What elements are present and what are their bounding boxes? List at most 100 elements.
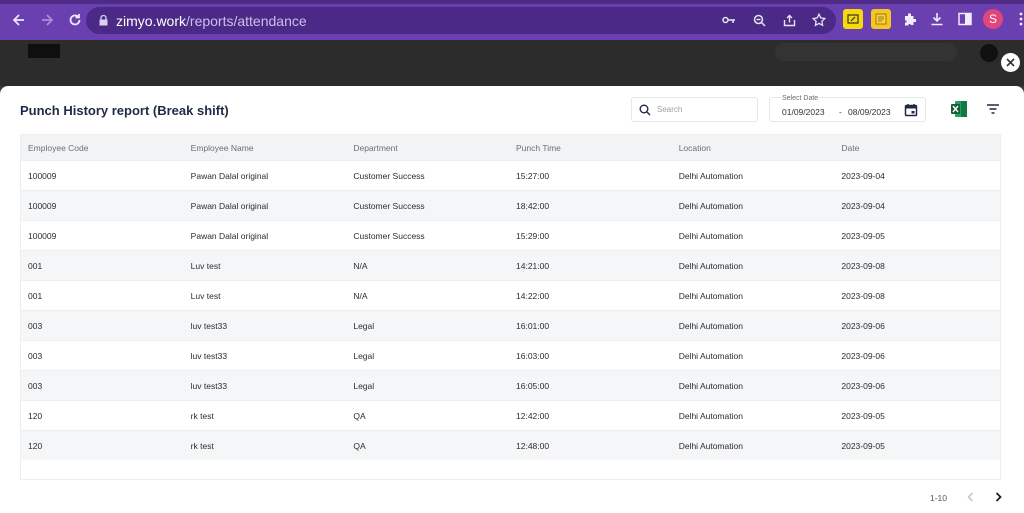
column-header[interactable]: Punch Time <box>509 143 672 153</box>
cell-employee-name: luv test33 <box>190 350 228 361</box>
column-header[interactable]: Employee Code <box>21 143 184 153</box>
cell-department: QA <box>353 440 366 451</box>
cell-department: QA <box>353 410 366 421</box>
app-search-bar <box>775 43 957 61</box>
cell-department: Customer Success <box>353 200 425 211</box>
search-input[interactable] <box>657 105 752 114</box>
reload-icon[interactable] <box>64 9 86 31</box>
table-row[interactable]: 120 rk test QA 12:42:00 Delhi Automation… <box>21 400 1000 430</box>
column-header[interactable]: Location <box>672 143 835 153</box>
date-from[interactable]: 01/09/2023 <box>782 107 825 117</box>
table-row[interactable]: 003 luv test33 Legal 16:03:00 Delhi Auto… <box>21 340 1000 370</box>
cell-department: Legal <box>353 380 375 391</box>
cell-location: Delhi Automation <box>678 410 743 421</box>
share-icon[interactable] <box>780 11 798 29</box>
zoom-icon[interactable] <box>750 11 768 29</box>
cell-employee-code: 120 <box>28 410 43 421</box>
date-range-picker[interactable]: Select Date 01/09/2023 - 08/09/2023 <box>769 95 926 122</box>
punch-history-table: Employee Code Employee Name Department P… <box>20 134 1001 480</box>
cell-employee-name: Luv test <box>190 260 221 271</box>
cell-employee-code: 003 <box>28 350 43 361</box>
cell-location: Delhi Automation <box>678 290 743 301</box>
search-field[interactable] <box>631 97 758 122</box>
address-bar[interactable]: zimyo.work/reports/attendance <box>86 7 836 34</box>
cell-location: Delhi Automation <box>678 440 743 451</box>
cell-department: Customer Success <box>353 170 425 181</box>
cell-location: Delhi Automation <box>678 380 743 391</box>
extension-icon[interactable] <box>899 9 919 29</box>
table-row[interactable]: 120 rk test QA 12:48:00 Delhi Automation… <box>21 430 1000 460</box>
column-header[interactable]: Date <box>834 143 1000 153</box>
close-icon[interactable] <box>1001 53 1020 72</box>
chevron-left-icon[interactable] <box>965 491 975 505</box>
chevron-right-icon[interactable] <box>993 491 1003 505</box>
punch-history-modal: Punch History report (Break shift) Selec… <box>0 86 1024 513</box>
cell-location: Delhi Automation <box>678 170 743 181</box>
cell-department: N/A <box>353 290 368 301</box>
calendar-icon[interactable] <box>904 103 918 117</box>
cell-location: Delhi Automation <box>678 350 743 361</box>
table-row[interactable]: 001 Luv test N/A 14:22:00 Delhi Automati… <box>21 280 1000 310</box>
table-row[interactable]: 100009 Pawan Dalal original Customer Suc… <box>21 190 1000 220</box>
date-range-label: Select Date <box>781 95 820 102</box>
cell-employee-code: 100009 <box>28 170 57 181</box>
url-host: zimyo.work <box>116 12 187 29</box>
star-icon[interactable] <box>810 11 828 29</box>
cell-location: Delhi Automation <box>678 230 743 241</box>
key-icon[interactable] <box>720 11 738 29</box>
cell-location: Delhi Automation <box>678 320 743 331</box>
cell-employee-code: 100009 <box>28 230 57 241</box>
browser-toolbar: zimyo.work/reports/attendance S <box>0 0 1024 40</box>
date-to[interactable]: 08/09/2023 <box>848 107 891 117</box>
table-row[interactable]: 100009 Pawan Dalal original Customer Suc… <box>21 220 1000 250</box>
cell-employee-code: 001 <box>28 290 43 301</box>
table-row[interactable]: 001 Luv test N/A 14:21:00 Delhi Automati… <box>21 250 1000 280</box>
cell-punch-time: 12:42:00 <box>516 410 550 421</box>
excel-icon[interactable] <box>950 100 968 118</box>
filter-icon[interactable] <box>986 102 1000 116</box>
cell-punch-time: 16:01:00 <box>516 320 550 331</box>
cell-punch-time: 15:27:00 <box>516 170 550 181</box>
cell-location: Delhi Automation <box>678 260 743 271</box>
cell-employee-code: 100009 <box>28 200 57 211</box>
pagination-range: 1-10 <box>930 493 948 503</box>
date-separator: - <box>839 107 842 117</box>
forward-icon[interactable] <box>36 9 58 31</box>
cell-punch-time: 16:05:00 <box>516 380 550 391</box>
cell-employee-name: Pawan Dalal original <box>190 230 269 241</box>
profile-avatar[interactable]: S <box>983 9 1003 29</box>
table-row[interactable]: 100009 Pawan Dalal original Customer Suc… <box>21 160 1000 190</box>
cell-punch-time: 12:48:00 <box>516 440 550 451</box>
lock-icon[interactable] <box>96 15 110 26</box>
table-row[interactable]: 003 luv test33 Legal 16:05:00 Delhi Auto… <box>21 370 1000 400</box>
cell-date: 2023-09-08 <box>841 260 885 271</box>
cell-employee-code: 003 <box>28 380 43 391</box>
modal-title: Punch History report (Break shift) <box>20 103 229 118</box>
cell-date: 2023-09-06 <box>841 320 885 331</box>
cell-employee-code: 003 <box>28 320 43 331</box>
cell-date: 2023-09-06 <box>841 380 885 391</box>
cell-department: Legal <box>353 350 375 361</box>
column-header[interactable]: Department <box>346 143 509 153</box>
cell-employee-name: rk test <box>190 410 214 421</box>
sidebar-icon[interactable] <box>955 9 975 29</box>
cell-punch-time: 15:29:00 <box>516 230 550 241</box>
cell-date: 2023-09-05 <box>841 410 885 421</box>
table-header: Employee Code Employee Name Department P… <box>21 135 1000 160</box>
app-logo <box>28 44 60 58</box>
back-icon[interactable] <box>8 9 30 31</box>
cell-employee-code: 001 <box>28 260 43 271</box>
table-row[interactable]: 003 luv test33 Legal 16:01:00 Delhi Auto… <box>21 310 1000 340</box>
tab-strip <box>0 0 1024 4</box>
notes-extension-icon[interactable] <box>871 9 891 29</box>
cell-date: 2023-09-06 <box>841 350 885 361</box>
cell-employee-name: rk test <box>190 440 214 451</box>
url-text[interactable]: zimyo.work/reports/attendance <box>116 13 307 29</box>
cell-location: Delhi Automation <box>678 200 743 211</box>
more-icon[interactable] <box>1011 9 1024 29</box>
column-header[interactable]: Employee Name <box>184 143 347 153</box>
extension-badge-icon[interactable] <box>843 9 863 29</box>
download-icon[interactable] <box>927 9 947 29</box>
cell-department: Customer Success <box>353 230 425 241</box>
cell-date: 2023-09-04 <box>841 200 885 211</box>
